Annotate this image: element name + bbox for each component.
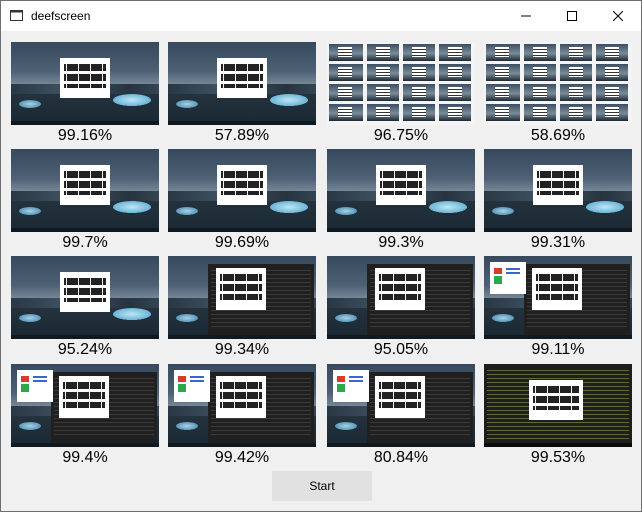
screenshot-thumbnail[interactable] — [168, 364, 316, 447]
maximize-icon — [567, 11, 577, 21]
minimize-icon — [521, 15, 531, 17]
thumbnail-cell: 99.34% — [168, 256, 316, 360]
window-title: deefscreen — [31, 9, 91, 23]
similarity-percent: 99.53% — [530, 449, 586, 466]
screenshot-thumbnail[interactable] — [168, 42, 316, 125]
start-button[interactable]: Start — [272, 471, 372, 501]
screenshot-thumbnail[interactable] — [11, 364, 159, 447]
screenshot-thumbnail[interactable] — [327, 149, 475, 232]
screenshot-thumbnail[interactable] — [11, 256, 159, 339]
similarity-percent: 99.3% — [378, 234, 424, 251]
app-icon — [10, 10, 23, 21]
similarity-percent: 99.69% — [214, 234, 270, 251]
screenshot-thumbnail[interactable] — [168, 149, 316, 232]
thumbnail-cell: 58.69% — [484, 42, 632, 146]
screenshot-grid: 99.16% 57.89% 96.75% 58.69% 99.7% 99.69%… — [1, 31, 641, 511]
similarity-percent: 99.31% — [530, 234, 586, 251]
similarity-percent: 57.89% — [214, 127, 270, 144]
screenshot-thumbnail[interactable] — [484, 364, 632, 447]
thumbnail-cell: 99.42% — [168, 364, 316, 468]
similarity-percent: 80.84% — [373, 449, 429, 466]
thumbnail-cell: 95.24% — [11, 256, 159, 360]
screenshot-thumbnail[interactable] — [484, 42, 632, 125]
screenshot-thumbnail[interactable] — [11, 42, 159, 125]
thumbnail-cell: 99.31% — [484, 149, 632, 253]
minimize-button[interactable] — [503, 1, 549, 31]
thumbnail-cell: 99.7% — [11, 149, 159, 253]
similarity-percent: 99.42% — [214, 449, 270, 466]
thumbnail-cell: 99.4% — [11, 364, 159, 468]
similarity-percent: 99.11% — [531, 341, 585, 358]
app-window: deefscreen 99.16% 57.89% 96.75% 58.69% 9… — [0, 0, 642, 512]
similarity-percent: 95.24% — [57, 341, 113, 358]
thumbnail-cell: 99.53% — [484, 364, 632, 468]
similarity-percent: 95.05% — [373, 341, 429, 358]
similarity-percent: 99.4% — [62, 449, 108, 466]
thumbnail-cell: 99.16% — [11, 42, 159, 146]
thumbnail-cell: 99.69% — [168, 149, 316, 253]
thumbnail-cell: 80.84% — [327, 364, 475, 468]
screenshot-thumbnail[interactable] — [168, 256, 316, 339]
close-icon — [613, 11, 623, 21]
similarity-percent: 99.16% — [57, 127, 113, 144]
similarity-percent: 58.69% — [530, 127, 586, 144]
screenshot-thumbnail[interactable] — [327, 364, 475, 447]
title-bar[interactable]: deefscreen — [1, 1, 641, 31]
screenshot-thumbnail[interactable] — [327, 256, 475, 339]
thumbnail-cell: 99.3% — [327, 149, 475, 253]
similarity-percent: 99.7% — [62, 234, 108, 251]
thumbnail-cell: 95.05% — [327, 256, 475, 360]
screenshot-thumbnail[interactable] — [484, 149, 632, 232]
thumbnail-cell: 99.11% — [484, 256, 632, 360]
screenshot-thumbnail[interactable] — [484, 256, 632, 339]
similarity-percent: 99.34% — [214, 341, 270, 358]
thumbnail-cell: 96.75% — [327, 42, 475, 146]
screenshot-thumbnail[interactable] — [327, 42, 475, 125]
similarity-percent: 96.75% — [373, 127, 429, 144]
screenshot-thumbnail[interactable] — [11, 149, 159, 232]
close-button[interactable] — [595, 1, 641, 31]
thumbnail-cell: 57.89% — [168, 42, 316, 146]
maximize-button[interactable] — [549, 1, 595, 31]
